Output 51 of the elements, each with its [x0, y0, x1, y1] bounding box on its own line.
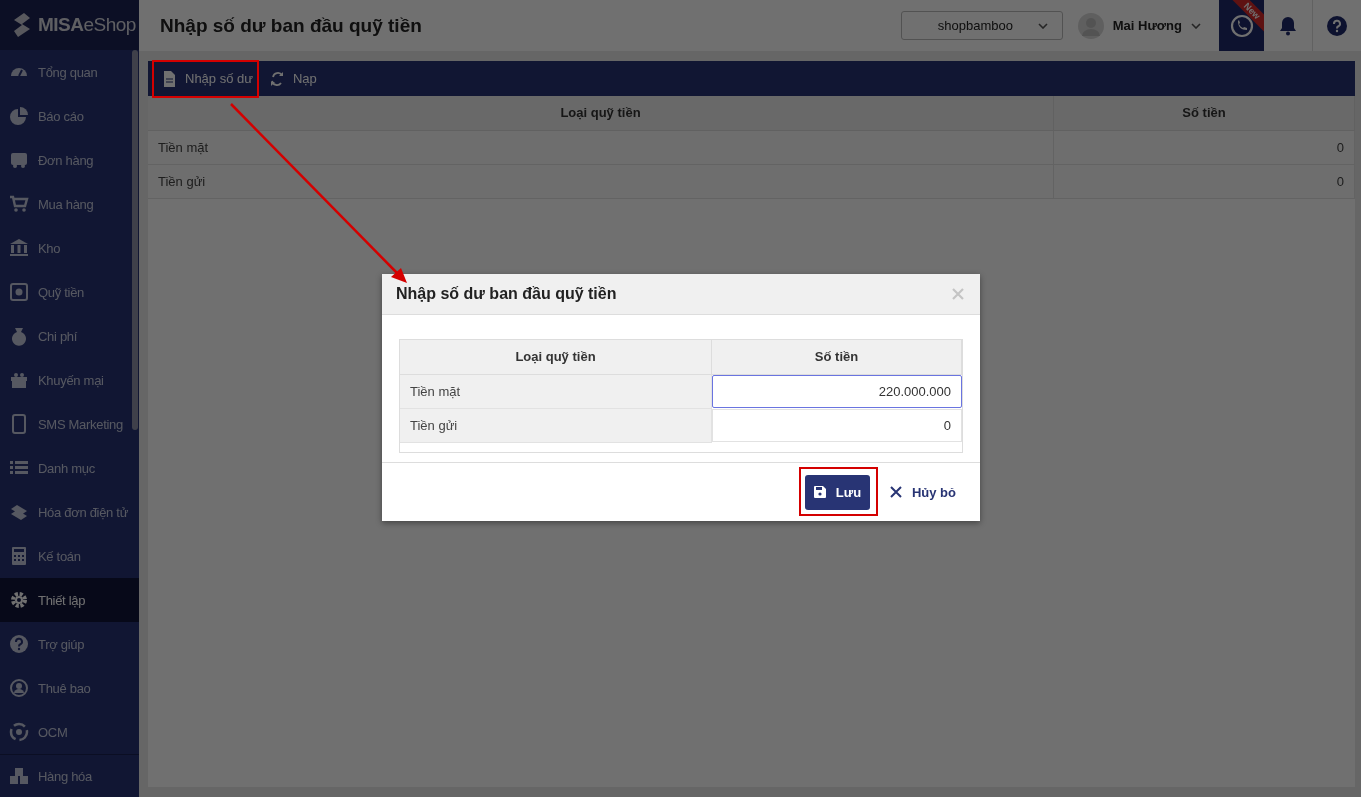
table-cell: Tiền gửi [148, 165, 1054, 199]
help-icon [1327, 15, 1347, 36]
page-title: Nhập số dư ban đầu quỹ tiền [159, 14, 422, 37]
stack-icon [9, 502, 29, 523]
table-cell: Tiền mặt [400, 375, 712, 409]
logo-text: MISAeShop [38, 14, 136, 37]
boxes-icon [9, 766, 29, 787]
gear-icon [9, 590, 29, 611]
dialog-title: Nhập số dư ban đầu quỹ tiền [396, 285, 617, 303]
amount-field[interactable]: 220.000.000 [712, 375, 962, 408]
toolbar-button[interactable]: Nạp [264, 61, 323, 96]
close-icon [952, 288, 964, 300]
cart-icon [9, 194, 29, 215]
table-cell: 0 [1054, 131, 1355, 165]
amount-field[interactable]: 0 [712, 409, 962, 442]
table-cell: Tiền mặt [148, 131, 1054, 165]
safe-icon [9, 282, 29, 303]
toolbar-button[interactable]: Nhập số dư [157, 61, 259, 96]
table-cell: 0 [1054, 165, 1355, 199]
close-icon [889, 486, 902, 498]
swirl-icon [9, 722, 29, 743]
calculator-icon [9, 546, 29, 567]
truck-icon [9, 150, 29, 171]
chevron-down-icon [1191, 22, 1201, 29]
bell-icon [1279, 15, 1297, 36]
phone-icon [9, 414, 29, 435]
refresh-icon [270, 70, 284, 87]
help-icon [9, 634, 29, 655]
sidebar-item[interactable]: Danh mục [0, 446, 139, 491]
column-header: Số tiền [1054, 96, 1355, 131]
table-cell: Tiền gửi [400, 409, 712, 443]
column-header: Loại quỹ tiền [148, 96, 1054, 131]
document-icon [163, 70, 176, 87]
sidebar-item[interactable]: Thuê bao [0, 666, 139, 711]
pie-chart-icon [9, 106, 29, 127]
money-bag-icon [9, 326, 29, 347]
avatar-icon [1077, 12, 1104, 39]
sidebar-item[interactable]: Hóa đơn điện tử [0, 490, 139, 535]
save-button[interactable]: Lưu [804, 474, 870, 510]
bank-icon [9, 238, 29, 259]
gift-icon [9, 370, 29, 391]
scrollbar[interactable] [132, 50, 138, 431]
column-header: Loại quỹ tiền [400, 340, 712, 375]
user-menu[interactable]: Mai Hương [1077, 12, 1201, 39]
column-header: Số tiền [712, 340, 962, 375]
user-icon [9, 678, 29, 699]
chevron-down-icon [1037, 22, 1048, 29]
shop-select[interactable]: shopbamboo [900, 11, 1063, 40]
sidebar-item[interactable]: Trợ giúp [0, 622, 139, 667]
sidebar-item[interactable]: Thiết lập [0, 578, 139, 623]
cancel-button[interactable]: Hủy bỏ [889, 484, 956, 500]
